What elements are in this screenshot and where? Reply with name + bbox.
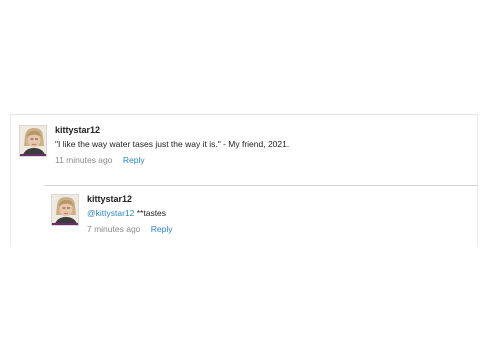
- comment-body: kittystar12 @kittystar12 **tastes 7 minu…: [87, 193, 471, 235]
- comment-text: @kittystar12 **tastes: [87, 207, 471, 219]
- reply-button[interactable]: Reply: [123, 155, 145, 165]
- page: kittystar12 "I like the way water tases …: [0, 0, 480, 360]
- comment-timestamp: 7 minutes ago: [87, 224, 141, 234]
- user-photo-icon: [20, 126, 46, 156]
- comment-thread: kittystar12 "I like the way water tases …: [10, 114, 478, 245]
- comment-meta: 7 minutes ago Reply: [87, 224, 471, 235]
- comment-body: kittystar12 "I like the way water tases …: [55, 124, 469, 166]
- avatar[interactable]: [19, 125, 47, 157]
- divider: [44, 185, 478, 186]
- reply-button[interactable]: Reply: [151, 224, 173, 234]
- comment-text: "I like the way water tases just the way…: [55, 139, 290, 149]
- comment-meta: 11 minutes ago Reply: [55, 155, 469, 166]
- user-photo-icon: [52, 195, 78, 225]
- avatar[interactable]: [51, 194, 79, 226]
- comment-text-body: **tastes: [134, 208, 167, 218]
- comment-username[interactable]: kittystar12: [55, 124, 469, 136]
- comment-username[interactable]: kittystar12: [87, 193, 471, 205]
- comment-timestamp: 11 minutes ago: [55, 155, 113, 165]
- user-mention-link[interactable]: @kittystar12: [87, 208, 134, 218]
